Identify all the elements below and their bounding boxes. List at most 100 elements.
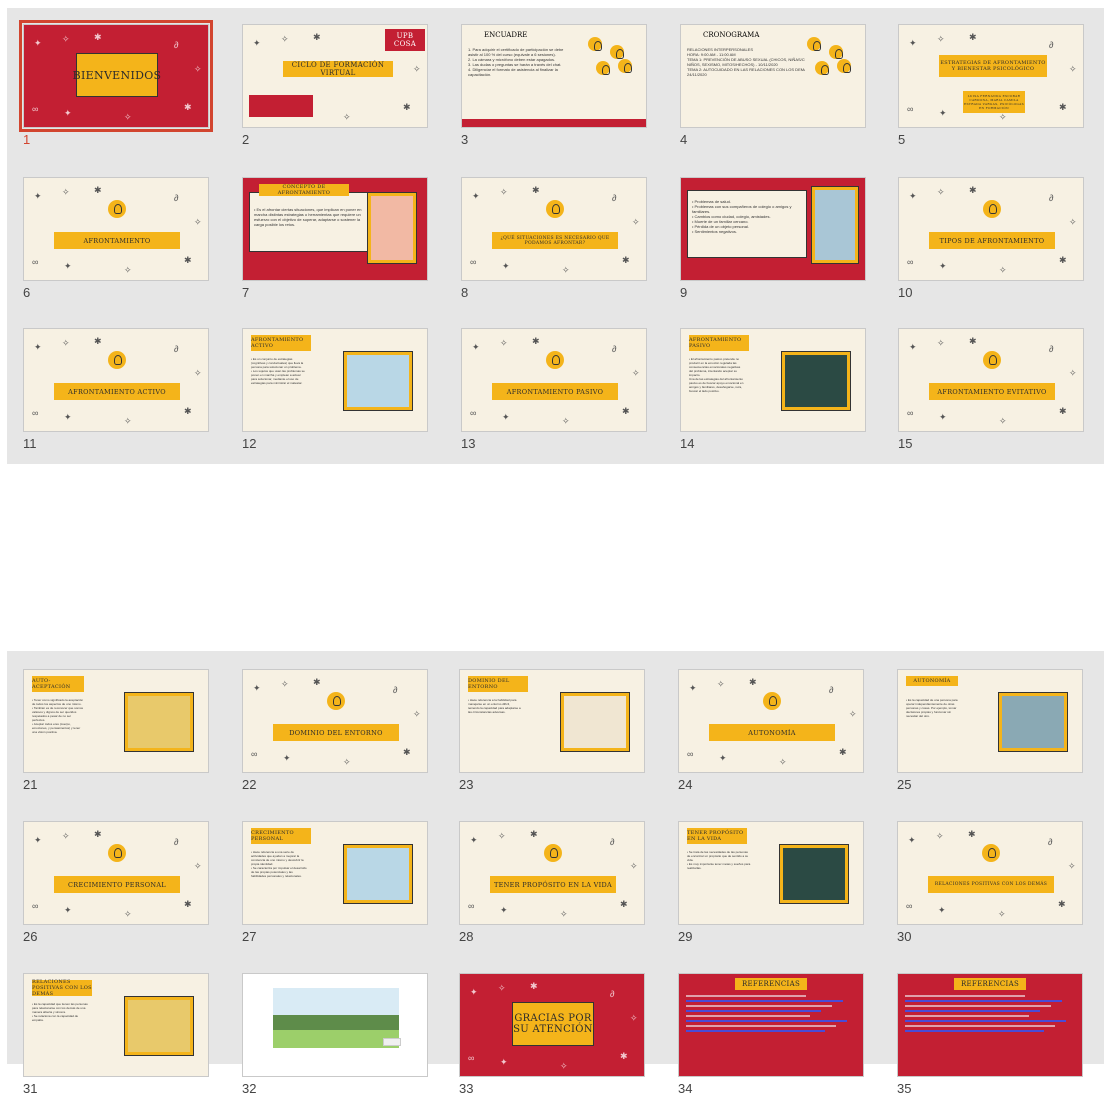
doodle-icon: ✧ bbox=[343, 757, 351, 767]
doodle-icon: ✦ bbox=[34, 38, 42, 48]
doodle-icon: ✦ bbox=[939, 261, 947, 271]
slide-thumbnail-9[interactable]: • Problemas de salud. • Problemas con sus… bbox=[680, 177, 866, 281]
slide-thumbnail-11[interactable]: ✦ ✧ ✱ ∂ ✧ ∞ ✦ ✧ ✱ AFRONTAMIENTO ACTIVO bbox=[23, 328, 209, 432]
illustration-image bbox=[124, 692, 194, 752]
doodle-icon: ✧ bbox=[1068, 861, 1076, 871]
illustration-image bbox=[367, 192, 417, 264]
slide-title-banner: TENER PROPÓSITO EN LA VIDA bbox=[687, 828, 747, 844]
body-line: 24/11/2020 bbox=[687, 72, 707, 77]
slide-number: 9 bbox=[680, 285, 688, 300]
slide-thumbnail-1[interactable]: ✦ ✧ ✱ ∂ ✧ ∞ ✦ ✧ ✱ BIENVENIDOS bbox=[19, 20, 213, 132]
slide-title-banner: ¿QUÉ SITUACIONES ES NECESARIO QUE PODAMO… bbox=[492, 232, 618, 249]
red-footer bbox=[462, 119, 646, 127]
slide-thumbnail-28[interactable]: ✦ ✧ ✱ ∂ ✧ ∞ ✦ ✧ ✱ TENER PROPÓSITO EN LA VIDA bbox=[459, 821, 645, 925]
doodle-icon: ✧ bbox=[937, 187, 945, 197]
slide-number: 32 bbox=[242, 1081, 257, 1096]
slide-number: 31 bbox=[23, 1081, 38, 1096]
doodle-icon: ∂ bbox=[393, 685, 398, 695]
slide-number: 27 bbox=[242, 929, 257, 944]
references-card bbox=[683, 992, 861, 1076]
slide-thumbnail-13[interactable]: ✦ ✧ ✱ ∂ ✧ ∞ ✦ ✧ ✱ AFRONTAMIENTO PASIVO bbox=[461, 328, 647, 432]
slide-thumbnail-14[interactable]: AFRONTAMIENTO PASIVO • El afrontamiento p… bbox=[680, 328, 866, 432]
slide-thumbnail-35[interactable]: REFERENCIAS bbox=[897, 973, 1083, 1077]
photo-content bbox=[128, 696, 190, 748]
slide-thumbnail-7[interactable]: • Es el afrontar ciertas situaciones, qu… bbox=[242, 177, 428, 281]
illustration-image bbox=[343, 351, 413, 411]
illustration-image bbox=[781, 351, 851, 411]
doodle-icon: ∞ bbox=[907, 104, 914, 114]
slide-thumbnail-6[interactable]: ✦ ✧ ✱ ∂ ✧ ∞ ✦ ✧ ✱ AFRONTAMIENTO bbox=[23, 177, 209, 281]
doodle-icon: ✱ bbox=[313, 677, 321, 687]
doodle-icon: ∞ bbox=[470, 257, 477, 267]
slide-thumbnail-23[interactable]: DOMINIO DEL ENTORNO • Hace referencia a l… bbox=[459, 669, 645, 773]
slide-thumbnail-15[interactable]: ✦ ✧ ✱ ∂ ✧ ∞ ✦ ✧ ✱ AFRONTAMIENTO EVITATIVO bbox=[898, 328, 1084, 432]
body-line: empatía. bbox=[32, 1018, 44, 1022]
slide-title-banner: RELACIONES POSITIVAS CON LOS DEMÁS bbox=[928, 876, 1054, 893]
slide-thumbnail-34[interactable]: REFERENCIAS bbox=[678, 973, 864, 1077]
slide-title-banner: CRECIMIENTO PERSONAL bbox=[54, 876, 180, 893]
slide-thumbnail-24[interactable]: ✦ ✧ ✱ ∂ ✧ ∞ ✦ ✧ ✱ AUTONOMÍA bbox=[678, 669, 864, 773]
illustration-image bbox=[779, 844, 849, 904]
body-line: estrategias para minimizar el malestar. bbox=[251, 381, 303, 385]
reference-links bbox=[905, 995, 1073, 1035]
doodle-icon: ✦ bbox=[909, 191, 917, 201]
doodle-icon: ✱ bbox=[968, 829, 976, 839]
doodle-icon: ✱ bbox=[184, 899, 192, 909]
slide-thumbnail-5[interactable]: ✦ ✧ ✱ ∂ ✧ ∞ ✦ ✧ ✱ ESTRATEGIAS DE AFRONTAMIENTO Y … bbox=[898, 24, 1084, 128]
doodle-icon: ✧ bbox=[936, 831, 944, 841]
doodle-icon: ✧ bbox=[194, 217, 202, 227]
slide-thumbnail-4[interactable]: CRONOGRAMA RELACIONES INTERPERSONALES HORA… bbox=[680, 24, 866, 128]
slide-body-text: • Es un conjunto de estrategias (cogniti… bbox=[251, 357, 339, 385]
lightbulb-icon bbox=[983, 200, 1001, 218]
slide-thumbnail-29[interactable]: TENER PROPÓSITO EN LA VIDA • Se trata de … bbox=[678, 821, 864, 925]
slide-thumbnail-2[interactable]: ✦✧✱∂✧∞✦✧✱CICLO DE FORMACIÓN VIRTUALUPB C… bbox=[242, 24, 428, 128]
reference-line bbox=[686, 1025, 836, 1027]
slide-thumbnail-27[interactable]: CRECIMIENTO PERSONAL • Hace referencia a … bbox=[242, 821, 428, 925]
slide-thumbnail-31[interactable]: RELACIONES POSITIVAS CON LOS DEMÁS • Es l… bbox=[23, 973, 209, 1077]
doodle-icon: ∞ bbox=[32, 901, 39, 911]
doodle-icon: ✧ bbox=[562, 265, 570, 275]
doodle-icon: ✦ bbox=[253, 683, 261, 693]
slide-sorter-panel-bottom[interactable]: AUTO-ACEPTACIÓN • Tener como significado … bbox=[7, 651, 1104, 1096]
slide-number: 11 bbox=[23, 436, 37, 451]
slide-thumbnail-32[interactable] bbox=[242, 973, 428, 1077]
slide-thumbnail-21[interactable]: AUTO-ACEPTACIÓN • Tener como significado … bbox=[23, 669, 209, 773]
slide-thumbnail-22[interactable]: ✦ ✧ ✱ ∂ ✧ ∞ ✦ ✧ ✱ DOMINIO DEL ENTORNO bbox=[242, 669, 428, 773]
doodle-icon: ✱ bbox=[532, 336, 540, 346]
doodle-icon: ✦ bbox=[470, 835, 478, 845]
doodle-icon: ✦ bbox=[472, 191, 480, 201]
slide-sorter-panel-top: ✦ ✧ ✱ ∂ ✧ ∞ ✦ ✧ ✱ BIENVENIDOS 1 ✦ ✧ ✱ ∂ ✧ ∞ ✦ ✧ ✱ CICLO DE F… bbox=[7, 8, 1104, 464]
slide-thumbnail-10[interactable]: ✦ ✧ ✱ ∂ ✧ ∞ ✦ ✧ ✱ TIPOS DE AFRONTAMIENTO bbox=[898, 177, 1084, 281]
slide-thumbnail-8[interactable]: ✦ ✧ ✱ ∂ ✧ ∞ ✦ ✧ ✱ ¿QUÉ SITUACIONES ES NECESARIO Q… bbox=[461, 177, 647, 281]
doodle-icon: ✧ bbox=[630, 861, 638, 871]
illustration-image bbox=[124, 996, 194, 1056]
doodle-icon: ✧ bbox=[500, 187, 508, 197]
decor-circle-icon bbox=[807, 37, 821, 51]
doodle-icon: ✧ bbox=[413, 709, 421, 719]
doodle-icon: ✱ bbox=[532, 185, 540, 195]
slide-thumbnail-33[interactable]: ✦ ✧ ✱ ∂ ✧ ∞ ✦ ✧ ✱ GRACIAS POR SU ATENCIÓN bbox=[459, 973, 645, 1077]
doodle-icon: ✦ bbox=[253, 38, 261, 48]
slide-thumbnail-3[interactable]: ENCUADRE 1. Para adquirir el certificado … bbox=[461, 24, 647, 128]
reference-line bbox=[905, 1010, 1040, 1012]
decor-circle-icon bbox=[596, 61, 610, 75]
slide-thumbnail-12[interactable]: AFRONTAMIENTO ACTIVO • Es un conjunto de … bbox=[242, 328, 428, 432]
doodle-icon: ✦ bbox=[500, 1057, 508, 1067]
doodle-icon: ✱ bbox=[969, 185, 977, 195]
slide-thumbnail-25[interactable]: AUTONOMÍA • Es la capacidad de una person… bbox=[897, 669, 1083, 773]
decor-circle-icon bbox=[829, 45, 843, 59]
slide-thumbnail-26[interactable]: ✦ ✧ ✱ ∂ ✧ ∞ ✦ ✧ ✱ CRECIMIENTO PERSONAL bbox=[23, 821, 209, 925]
slide-body-text: • El afrontamiento pasivo pretende no pr… bbox=[689, 357, 777, 393]
doodle-icon: ✦ bbox=[34, 835, 42, 845]
doodle-icon: ✱ bbox=[184, 406, 192, 416]
slide-title-banner: TENER PROPÓSITO EN LA VIDA bbox=[490, 876, 616, 893]
slide-title-banner: AFRONTAMIENTO ACTIVO bbox=[251, 335, 311, 351]
doodle-icon: ✧ bbox=[632, 217, 640, 227]
doodle-icon: ✧ bbox=[1069, 368, 1077, 378]
doodle-icon: ✧ bbox=[630, 1013, 638, 1023]
doodle-icon: ✧ bbox=[498, 831, 506, 841]
doodle-icon: ∞ bbox=[32, 408, 39, 418]
slide-number: 1 bbox=[23, 132, 31, 147]
slide-thumbnail-30[interactable]: ✦ ✧ ✱ ∂ ✧ ∞ ✦ ✧ ✱ RELACIONES POSITIVAS CON LOS DE… bbox=[897, 821, 1083, 925]
slide-title-banner: DOMINIO DEL ENTORNO bbox=[273, 724, 399, 741]
